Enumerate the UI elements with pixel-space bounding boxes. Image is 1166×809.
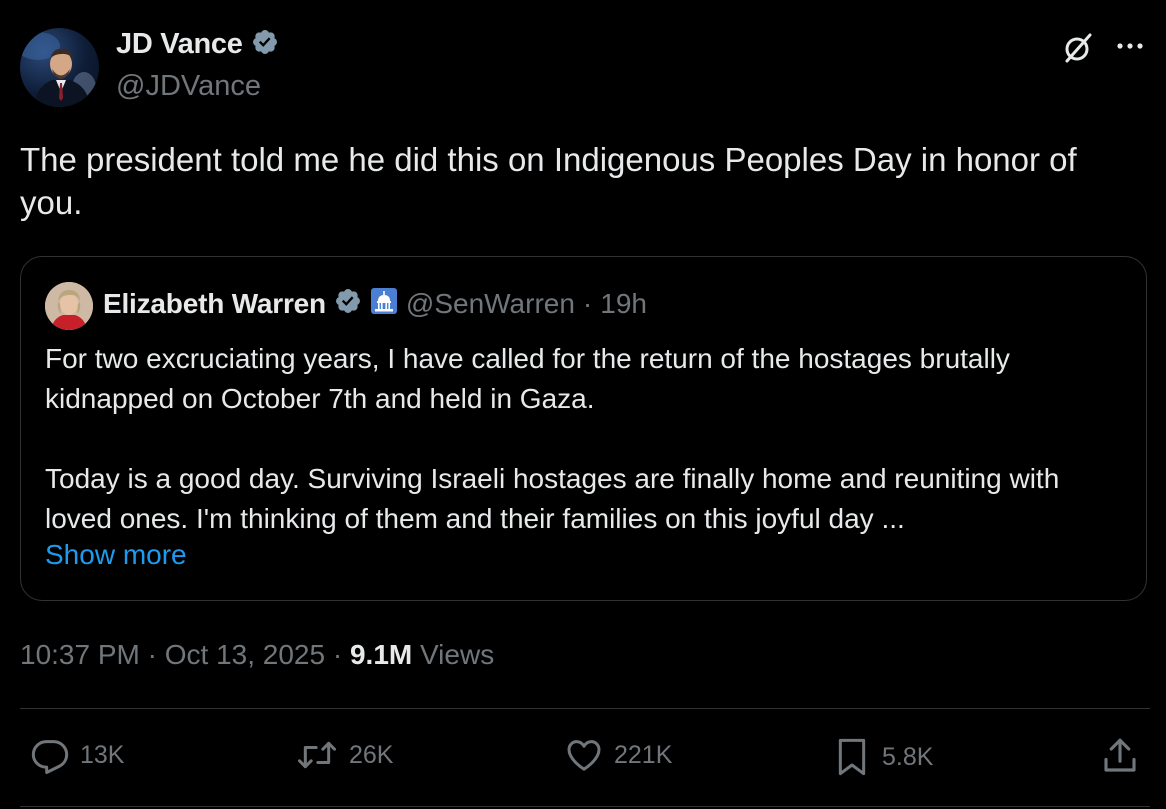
- quoted-text: For two excruciating years, I have calle…: [45, 339, 1125, 539]
- meta-separator: ·: [147, 639, 157, 670]
- quoted-separator: ·: [582, 287, 593, 319]
- views-count[interactable]: 9.1M: [350, 639, 412, 670]
- repost-icon: [295, 735, 339, 775]
- author-avatar[interactable]: [20, 28, 99, 107]
- repost-button[interactable]: 26K: [295, 735, 393, 775]
- meta-separator: ·: [332, 639, 343, 670]
- verified-badge-icon: [334, 287, 362, 320]
- author-name-row[interactable]: JD Vance: [116, 28, 279, 61]
- views-label[interactable]: Views: [420, 639, 494, 670]
- more-options-icon[interactable]: [1112, 34, 1148, 58]
- quoted-author-name[interactable]: Elizabeth Warren: [103, 288, 326, 320]
- bookmark-icon: [832, 735, 872, 779]
- bookmark-count: 5.8K: [882, 742, 934, 771]
- reply-button[interactable]: 13K: [30, 735, 124, 775]
- verified-badge-icon: [251, 28, 279, 61]
- reply-icon: [30, 735, 70, 775]
- tweet-time[interactable]: 10:37 PM: [20, 639, 140, 670]
- divider: [20, 708, 1150, 709]
- quoted-paragraph: For two excruciating years, I have calle…: [45, 343, 1010, 414]
- reply-count: 13K: [80, 740, 125, 769]
- tweet-date[interactable]: Oct 13, 2025: [165, 639, 325, 670]
- show-more-link[interactable]: Show more: [45, 539, 187, 571]
- capitol-building-icon: [370, 287, 398, 320]
- grok-icon[interactable]: [1060, 30, 1096, 66]
- author-name[interactable]: JD Vance: [116, 28, 243, 61]
- heart-icon: [564, 735, 604, 775]
- tweet-text: The president told me he did this on Ind…: [20, 141, 1077, 221]
- quoted-author-handle[interactable]: @SenWarren: [406, 288, 575, 320]
- tweet-meta: 10:37 PM · Oct 13, 2025 · 9.1M Views: [20, 639, 494, 671]
- repost-count: 26K: [349, 740, 394, 769]
- quoted-timestamp[interactable]: 19h: [600, 288, 647, 320]
- divider: [20, 806, 1150, 807]
- quoted-paragraph: Today is a good day. Surviving Israeli h…: [45, 463, 1060, 534]
- like-button[interactable]: 221K: [564, 735, 672, 775]
- share-button[interactable]: [1099, 735, 1141, 777]
- quoted-tweet[interactable]: Elizabeth Warren @SenWarren · 19h For tw…: [20, 256, 1147, 601]
- share-icon: [1099, 735, 1141, 777]
- like-count: 221K: [614, 740, 673, 769]
- bookmark-button[interactable]: 5.8K: [832, 735, 933, 779]
- quoted-author-avatar[interactable]: [45, 282, 93, 330]
- quoted-header: Elizabeth Warren @SenWarren · 19h: [103, 287, 647, 320]
- author-handle[interactable]: @JDVance: [116, 70, 261, 103]
